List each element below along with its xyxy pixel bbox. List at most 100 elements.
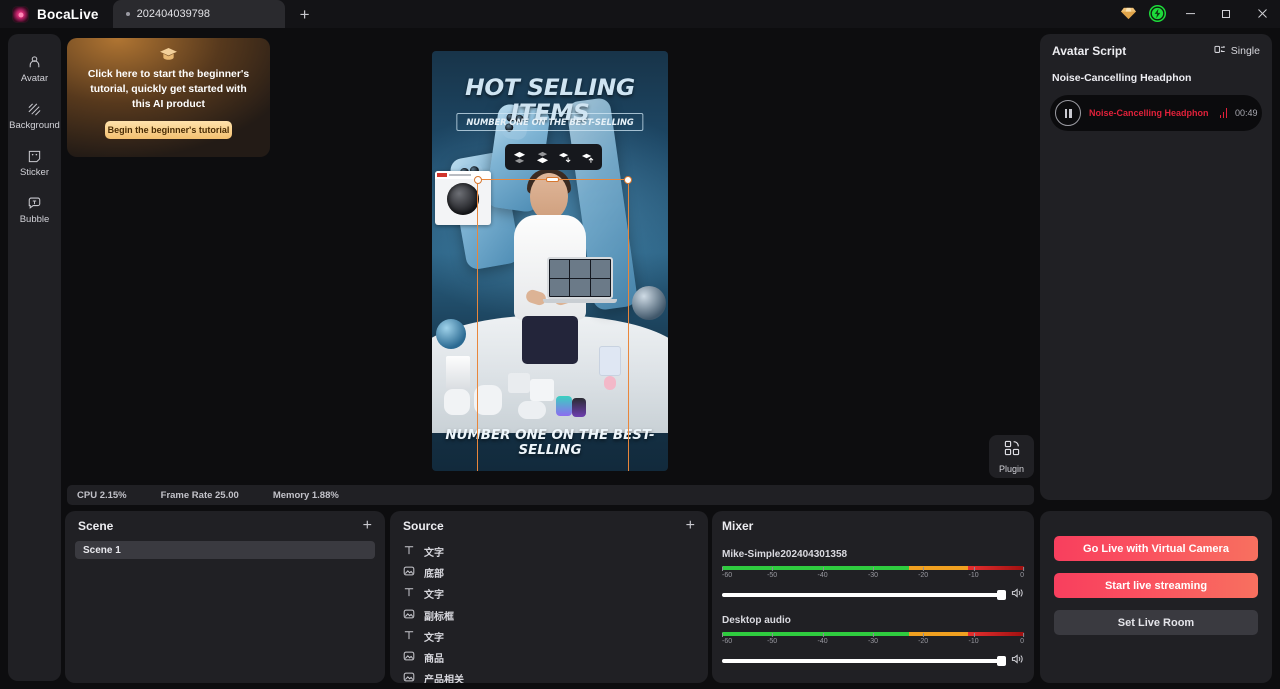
resize-handle-top-middle[interactable] xyxy=(546,177,559,182)
set-live-room-label: Set Live Room xyxy=(1117,616,1195,629)
speaker-icon[interactable] xyxy=(1011,652,1024,670)
volume-knob[interactable] xyxy=(997,656,1006,666)
tutorial-card[interactable]: Click here to start the beginner's tutor… xyxy=(67,38,270,157)
mixer-channel-name: Desktop audio xyxy=(722,615,791,626)
script-panel-title: Avatar Script xyxy=(1052,44,1127,58)
source-list-item[interactable]: 副标框 xyxy=(390,605,708,626)
maximize-button[interactable] xyxy=(1208,0,1244,27)
add-scene-button[interactable]: + xyxy=(363,518,372,534)
single-mode-icon xyxy=(1214,44,1226,58)
product-robot-a xyxy=(444,389,470,415)
source-list-item[interactable]: 文字 xyxy=(390,626,708,647)
meter-tick: -60 xyxy=(722,567,733,579)
source-item-label: 产品相关 xyxy=(424,675,464,683)
meter-tick: -60 xyxy=(722,633,733,645)
product-light-panel xyxy=(446,356,470,390)
text-icon xyxy=(403,586,415,601)
scene-panel-header: Scene + xyxy=(65,511,385,541)
mixer-channel-name: Mike-Simple202404301358 xyxy=(722,549,848,560)
script-mode-toggle[interactable]: Single xyxy=(1214,44,1260,58)
start-live-streaming-button[interactable]: Start live streaming xyxy=(1054,573,1258,598)
meter-ticks: -60 -50 -40 -30 -20 -10 0 xyxy=(722,567,1024,581)
add-source-button[interactable]: + xyxy=(686,518,695,534)
scene-item-label: Scene 1 xyxy=(83,544,121,556)
source-item-label: 副标框 xyxy=(424,611,454,623)
volume-row[interactable] xyxy=(722,586,1024,604)
resize-handle-top-right[interactable] xyxy=(624,176,632,184)
unsaved-dot-icon xyxy=(125,12,130,16)
close-button[interactable] xyxy=(1244,0,1280,27)
meter-tick: -40 xyxy=(817,567,828,579)
go-live-virtual-camera-button[interactable]: Go Live with Virtual Camera xyxy=(1054,536,1258,561)
volume-slider[interactable] xyxy=(722,656,1006,666)
new-tab-button[interactable]: + xyxy=(285,0,325,28)
volume-row[interactable] xyxy=(722,652,1024,670)
source-list-item[interactable]: 商品 xyxy=(390,647,708,668)
mixer-panel-header: Mixer xyxy=(712,511,1034,541)
window-controls xyxy=(1114,0,1280,28)
graduation-cap-icon xyxy=(81,47,256,62)
meter-tick: -20 xyxy=(918,633,929,645)
set-live-room-button[interactable]: Set Live Room xyxy=(1054,610,1258,635)
script-audio-item[interactable]: Noise-Cancelling Headphon 00:49 xyxy=(1050,95,1262,131)
layer-order-toolbar[interactable] xyxy=(505,144,602,170)
live-preview[interactable]: HOT SELLING ITEMS NUMBER ONE ON THE BEST… xyxy=(432,51,668,471)
speaker-icon[interactable] xyxy=(1011,586,1024,604)
frame-rate: Frame Rate 25.00 xyxy=(160,489,239,501)
plugin-label: Plugin xyxy=(998,463,1025,474)
image-icon xyxy=(403,671,415,683)
meter-ticks: -60 -50 -40 -30 -20 -10 0 xyxy=(722,633,1024,647)
waveform-icon xyxy=(1219,108,1228,118)
meter-tick: -20 xyxy=(918,567,929,579)
begin-tutorial-label: Begin the beginner's tutorial xyxy=(107,125,230,136)
rail-label-avatar: Avatar xyxy=(20,73,49,85)
move-layer-down-icon[interactable] xyxy=(556,148,574,166)
volume-knob[interactable] xyxy=(997,590,1006,600)
send-to-back-icon[interactable] xyxy=(533,148,551,166)
selection-box[interactable] xyxy=(474,176,632,471)
scene-panel-title: Scene xyxy=(78,519,114,533)
script-panel-header: Avatar Script Single xyxy=(1040,34,1272,68)
project-tab[interactable]: 202404039798 xyxy=(112,0,285,28)
source-item-label: 底部 xyxy=(424,569,444,581)
mixer-panel: Mixer Mike-Simple202404301358 -60 -50 -4… xyxy=(712,511,1034,683)
pause-button[interactable] xyxy=(1055,100,1081,126)
sticker-icon xyxy=(27,149,42,164)
title-bar: BocaLive 202404039798 + xyxy=(0,0,1280,28)
move-layer-up-icon[interactable] xyxy=(579,148,597,166)
rail-item-avatar[interactable]: Avatar xyxy=(8,46,61,93)
source-list-item[interactable]: 文字 xyxy=(390,541,708,562)
avatar-icon xyxy=(27,55,42,70)
rail-item-sticker[interactable]: Sticker xyxy=(8,140,61,187)
script-item-title: Noise-Cancelling Headphon xyxy=(1052,72,1192,84)
rail-item-background[interactable]: Background xyxy=(8,93,61,140)
source-list-item[interactable]: 底部 xyxy=(390,562,708,583)
rail-item-bubble[interactable]: Bubble xyxy=(8,187,61,234)
source-list-item[interactable]: 文字 xyxy=(390,583,708,604)
scene-list-item[interactable]: Scene 1 xyxy=(75,541,375,559)
meter-tick: -10 xyxy=(968,633,979,645)
brand: BocaLive xyxy=(0,6,113,28)
left-rail: Avatar Background Sticker Bubble xyxy=(8,34,61,681)
rail-label-background: Background xyxy=(9,120,60,132)
meter-tick: -30 xyxy=(867,633,879,645)
bring-to-front-icon[interactable] xyxy=(510,148,528,166)
source-item-label: 文字 xyxy=(424,632,444,644)
vip-diamond-icon[interactable] xyxy=(1114,0,1142,27)
text-icon xyxy=(403,544,415,559)
source-panel: Source + 文字 底部 文字 副标框 文字 商品 产品相关 xyxy=(390,511,708,683)
mixer-channel: Desktop audio -60 -50 -40 -30 -20 -10 0 xyxy=(712,615,1034,670)
volume-slider[interactable] xyxy=(722,590,1006,600)
plugin-button[interactable]: Plugin xyxy=(989,435,1034,478)
minimize-button[interactable] xyxy=(1172,0,1208,27)
rail-label-bubble: Bubble xyxy=(19,214,50,226)
app-name: BocaLive xyxy=(37,7,99,22)
lightning-bolt-icon[interactable] xyxy=(1142,0,1172,27)
scene-panel: Scene + Scene 1 xyxy=(65,511,385,683)
begin-tutorial-button[interactable]: Begin the beginner's tutorial xyxy=(105,121,232,140)
source-list-item[interactable]: 产品相关 xyxy=(390,668,708,683)
image-icon xyxy=(403,565,415,580)
cpu-usage: CPU 2.15% xyxy=(77,489,127,501)
resize-handle-top-left[interactable] xyxy=(474,176,482,184)
app-logo-icon xyxy=(12,6,29,23)
